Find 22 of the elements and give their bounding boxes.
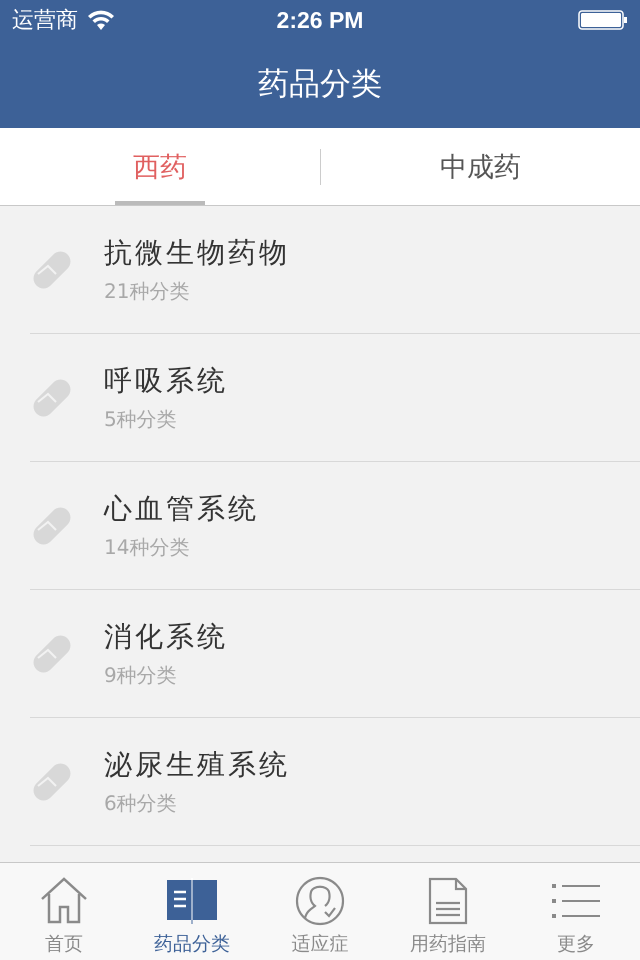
category-count: 21种分类 xyxy=(104,278,190,305)
book-icon xyxy=(166,878,218,924)
list-icon xyxy=(552,881,600,921)
category-count: 5种分类 xyxy=(104,406,178,433)
category-name[interactable]: 心血管系统 xyxy=(104,490,259,528)
status-time: 2:26 PM xyxy=(276,6,364,34)
nav-title: 药品分类 xyxy=(258,65,382,104)
segment-tab[interactable]: 中成药 xyxy=(422,128,539,205)
wifi-icon xyxy=(88,10,114,30)
person-check-icon xyxy=(295,876,345,926)
category-name[interactable]: 消化系统 xyxy=(104,618,228,656)
category-count: 14种分类 xyxy=(104,534,190,561)
battery-icon xyxy=(578,10,628,30)
document-icon xyxy=(428,877,468,925)
carrier-name: 运营商 xyxy=(12,7,78,35)
tab-bar-item[interactable]: 药品分类 xyxy=(128,863,256,960)
category-name[interactable]: 泌尿生殖系统 xyxy=(104,746,290,784)
category-count: 6种分类 xyxy=(104,790,178,817)
home-icon xyxy=(39,877,89,925)
category-name[interactable]: 呼吸系统 xyxy=(104,362,228,400)
category-name[interactable]: 抗微生物药物 xyxy=(104,234,290,272)
category-count: 9种分类 xyxy=(104,662,178,689)
